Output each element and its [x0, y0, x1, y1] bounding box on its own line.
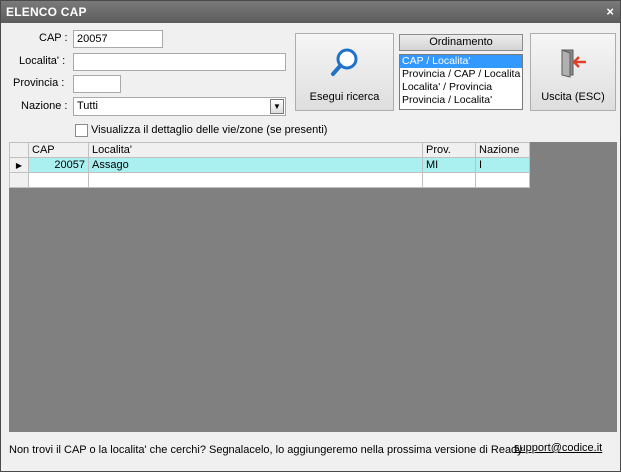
title-bar: ELENCO CAP ×: [1, 1, 620, 23]
cell-empty[interactable]: [88, 172, 423, 188]
cap-input[interactable]: [73, 30, 163, 48]
localita-input[interactable]: [73, 53, 286, 71]
detail-checkbox[interactable]: [75, 124, 88, 137]
ordering-option[interactable]: Localita' / Provincia: [400, 81, 522, 94]
cap-label: CAP :: [39, 32, 68, 44]
table-row[interactable]: ▶ 20057 Assago MI I: [9, 157, 530, 173]
magnifier-icon: [331, 48, 358, 76]
elenco-cap-window: ELENCO CAP × CAP : Localita' : Provincia…: [0, 0, 621, 472]
provincia-input[interactable]: [73, 75, 121, 93]
ordering-option[interactable]: Provincia / Localita': [400, 94, 522, 107]
grid-header-row: CAP Localita' Prov. Nazione: [9, 142, 530, 158]
cell-empty[interactable]: [475, 172, 530, 188]
cell-localita[interactable]: Assago: [88, 157, 423, 173]
search-button[interactable]: Esegui ricerca: [295, 33, 394, 111]
ordering-list[interactable]: CAP / Localita' Provincia / CAP / Locali…: [399, 54, 523, 110]
support-link[interactable]: support@codice.it: [514, 442, 602, 454]
exit-button[interactable]: Uscita (ESC): [530, 33, 616, 111]
ordering-option[interactable]: Provincia / CAP / Localita: [400, 68, 522, 81]
close-icon[interactable]: ×: [606, 4, 614, 19]
nazione-label: Nazione :: [21, 100, 68, 112]
cell-empty[interactable]: [422, 172, 476, 188]
provincia-label: Provincia :: [13, 77, 65, 89]
new-row-header: [9, 172, 29, 188]
footer-message: Non trovi il CAP o la localita' che cerc…: [9, 444, 523, 456]
cell-cap[interactable]: 20057: [28, 157, 89, 173]
ordering-header: Ordinamento: [399, 34, 523, 51]
results-grid[interactable]: CAP Localita' Prov. Nazione ▶ 20057 Assa…: [9, 142, 530, 188]
detail-checkbox-label: Visualizza il dettaglio delle vie/zone (…: [91, 124, 328, 136]
cell-empty[interactable]: [28, 172, 89, 188]
exit-button-label: Uscita (ESC): [541, 91, 605, 103]
column-header-cap[interactable]: CAP: [28, 142, 89, 158]
exit-door-icon: [561, 49, 586, 78]
cell-prov[interactable]: MI: [422, 157, 476, 173]
current-row-pointer-icon: ▶: [9, 157, 29, 173]
dropdown-arrow-icon[interactable]: ▼: [270, 99, 284, 114]
nazione-selected-value: Tutti: [77, 100, 98, 112]
column-header-nazione[interactable]: Nazione: [475, 142, 530, 158]
localita-label: Localita' :: [19, 55, 66, 67]
search-button-label: Esegui ricerca: [309, 91, 380, 103]
ordering-option[interactable]: CAP / Localita': [400, 55, 522, 68]
nazione-select[interactable]: Tutti ▼: [73, 97, 286, 116]
column-header-localita[interactable]: Localita': [88, 142, 423, 158]
new-row[interactable]: [9, 172, 530, 188]
column-header-prov[interactable]: Prov.: [422, 142, 476, 158]
row-header-corner: [9, 142, 29, 158]
cell-nazione[interactable]: I: [475, 157, 530, 173]
window-title: ELENCO CAP: [6, 5, 87, 19]
